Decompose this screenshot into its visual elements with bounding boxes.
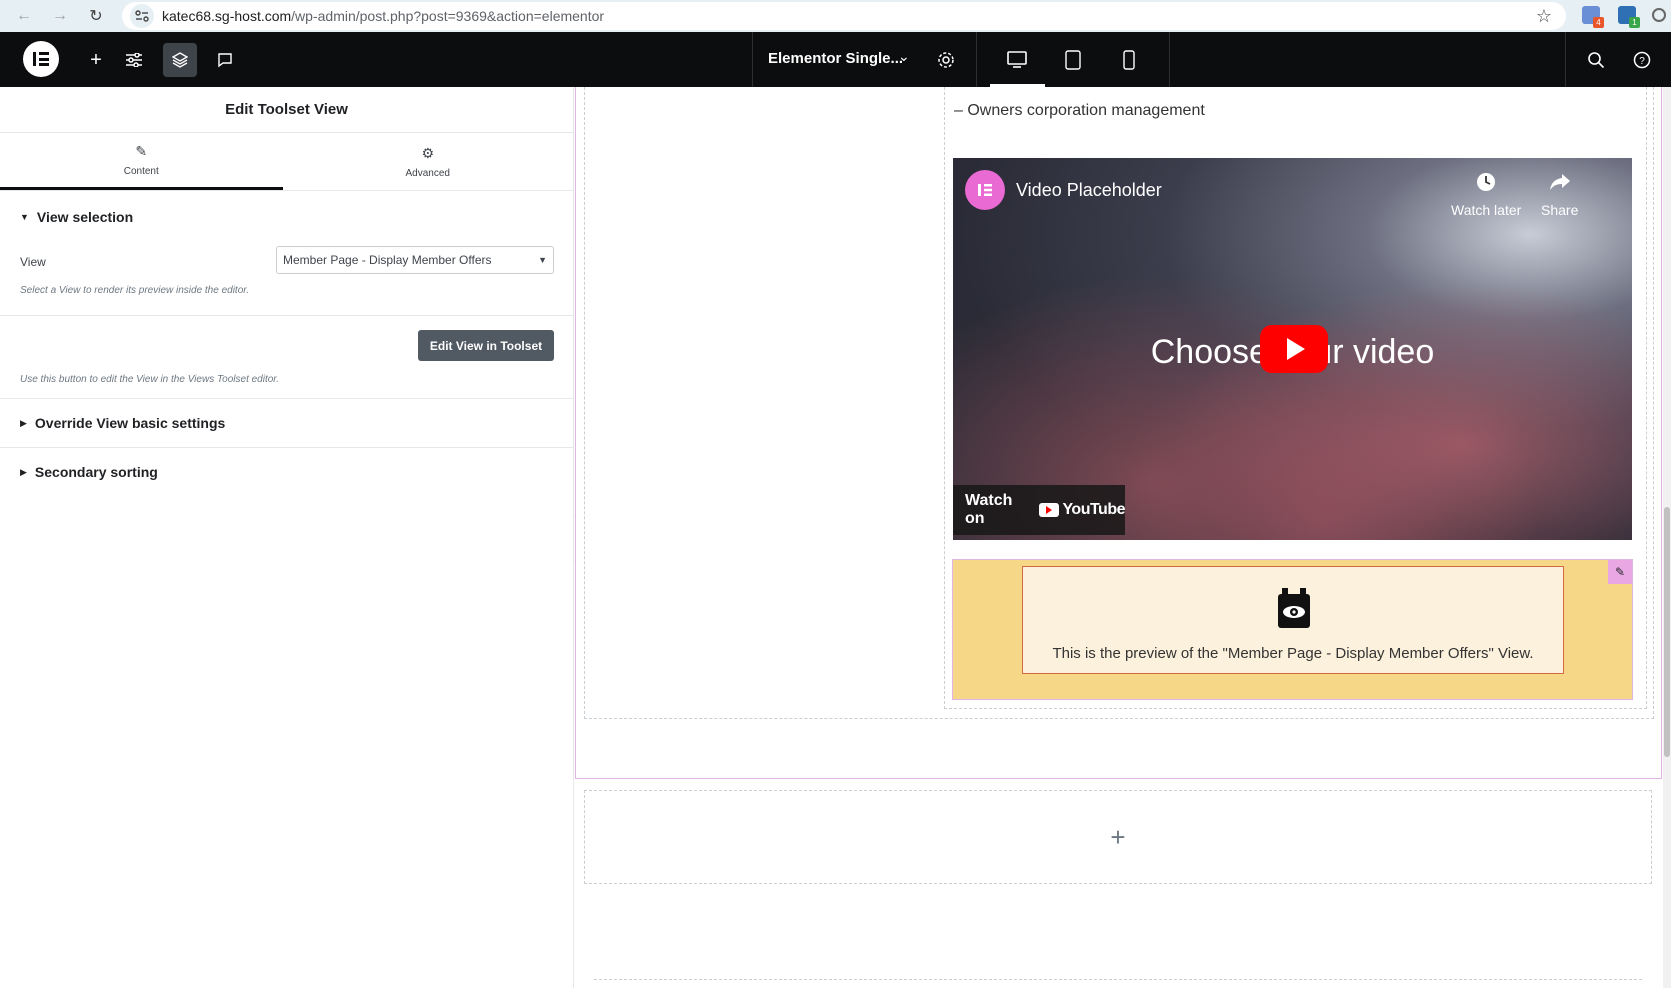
watch-later-button[interactable]: Watch later [1451, 172, 1521, 218]
section-view-selection[interactable]: ▼ View selection [0, 193, 573, 241]
extension-icon[interactable]: 1 [1618, 6, 1640, 28]
share-arrow-icon [1549, 172, 1571, 198]
editor-panel: Edit Toolset View ✎ Content ⚙ Advanced ▼… [0, 87, 574, 988]
divider [976, 32, 977, 87]
edit-view-control: Edit View in Toolset [0, 316, 573, 374]
view-select[interactable]: Member Page - Display Member Offers ▼ [276, 246, 554, 274]
caret-right-icon: ▶ [20, 466, 27, 477]
tab-content[interactable]: ✎ Content [0, 133, 283, 190]
caret-down-icon: ▼ [538, 255, 547, 265]
plus-icon[interactable]: + [82, 46, 110, 74]
tablet-icon[interactable] [1059, 46, 1087, 74]
document-title[interactable]: Elementor Single... [768, 50, 903, 67]
edit-hint: Use this button to edit the View in the … [20, 374, 280, 385]
plus-icon: + [1110, 821, 1126, 852]
view-preview-text: This is the preview of the "Member Page … [1052, 645, 1534, 662]
view-preview-box: This is the preview of the "Member Page … [1022, 566, 1564, 674]
video-title[interactable]: Video Placeholder [1016, 180, 1162, 201]
tab-advanced-label: Advanced [405, 167, 450, 179]
section-heading: Override View basic settings [34, 415, 226, 431]
toolset-view-eye-icon [1278, 588, 1310, 628]
site-settings-icon[interactable] [130, 4, 154, 28]
panel-tabs: ✎ Content ⚙ Advanced [0, 133, 573, 191]
watch-on-youtube-button[interactable]: Watch on YouTube [953, 485, 1125, 535]
svg-text:?: ? [1639, 56, 1645, 67]
gear-icon: ⚙ [421, 144, 435, 161]
toolset-view-widget[interactable]: ✎ This is the preview of the "Member Pag… [952, 559, 1633, 700]
section-secondary-sorting[interactable]: ▶ Secondary sorting [0, 448, 573, 496]
browser-toolbar: ← → ↻ katec68.sg-host.com/wp-admin/post.… [0, 0, 1671, 32]
view-hint: Select a View to render its preview insi… [20, 285, 250, 296]
sliders-icon[interactable] [120, 46, 148, 74]
add-section-button[interactable]: + [584, 790, 1652, 884]
view-label: View [20, 255, 46, 269]
youtube-wordmark: YouTube [1062, 501, 1125, 518]
elementor-top-bar: + Elementor Single... ⌄ ? [0, 32, 1671, 87]
extension-badge: 1 [1629, 17, 1640, 28]
view-control: View Member Page - Display Member Offers… [0, 241, 573, 283]
canvas-scrollbar[interactable] [1663, 87, 1671, 988]
bookmark-star-icon[interactable]: ☆ [1536, 6, 1552, 27]
comment-icon[interactable] [211, 46, 239, 74]
desktop-icon[interactable] [1003, 46, 1031, 74]
url-path: /wp-admin/post.php?post=9369&action=elem… [291, 8, 605, 24]
container-outline [594, 979, 1642, 988]
preview-canvas: – Owners corporation management Video Pl… [575, 87, 1671, 988]
share-label: Share [1541, 202, 1579, 218]
forward-arrow-icon[interactable]: → [48, 4, 72, 28]
youtube-play-icon[interactable] [1260, 325, 1328, 373]
edit-widget-pencil-icon[interactable]: ✎ [1608, 560, 1632, 584]
settings-icon[interactable] [932, 46, 960, 74]
section-override-view-settings[interactable]: ▶ Override View basic settings [0, 399, 573, 447]
edit-view-in-toolset-button[interactable]: Edit View in Toolset [418, 330, 554, 361]
layers-icon[interactable] [163, 43, 197, 77]
elementor-logo-icon[interactable] [23, 41, 59, 77]
section-heading: Secondary sorting [34, 464, 158, 480]
share-button[interactable]: Share [1541, 172, 1578, 218]
divider [1169, 32, 1170, 87]
url-host: katec68.sg-host.com [162, 8, 292, 24]
mobile-icon[interactable] [1115, 46, 1143, 74]
chevron-down-icon[interactable]: ⌄ [898, 48, 910, 65]
caret-right-icon: ▶ [20, 417, 27, 428]
clock-icon [1476, 172, 1496, 198]
address-bar[interactable]: katec68.sg-host.com/wp-admin/post.php?po… [122, 2, 1566, 30]
channel-logo-icon[interactable] [965, 170, 1005, 210]
extension-icon[interactable] [1652, 8, 1666, 22]
extension-badge: 4 [1593, 17, 1604, 28]
panel-title: Edit Toolset View [0, 87, 573, 133]
caret-down-icon: ▼ [20, 212, 29, 222]
scrollbar-thumb[interactable] [1664, 507, 1670, 757]
extension-icon[interactable]: 4 [1582, 6, 1604, 28]
tab-advanced[interactable]: ⚙ Advanced [283, 133, 574, 190]
watch-on-label: Watch on [965, 492, 1013, 527]
watch-later-label: Watch later [1451, 202, 1522, 218]
help-icon[interactable]: ? [1628, 46, 1656, 74]
owners-text: – Owners corporation management [954, 102, 1205, 119]
section-heading: View selection [36, 209, 134, 225]
search-icon[interactable] [1582, 46, 1610, 74]
youtube-logo-icon: YouTube [1039, 501, 1125, 519]
reload-icon[interactable]: ↻ [84, 4, 108, 28]
video-placeholder[interactable]: Video Placeholder Watch later Share Choo… [953, 158, 1632, 540]
tab-content-label: Content [123, 166, 159, 177]
divider [1565, 32, 1566, 87]
view-select-value: Member Page - Display Member Offers [283, 253, 492, 267]
divider [752, 32, 753, 87]
pencil-icon: ✎ [135, 143, 148, 159]
back-arrow-icon[interactable]: ← [12, 4, 36, 28]
